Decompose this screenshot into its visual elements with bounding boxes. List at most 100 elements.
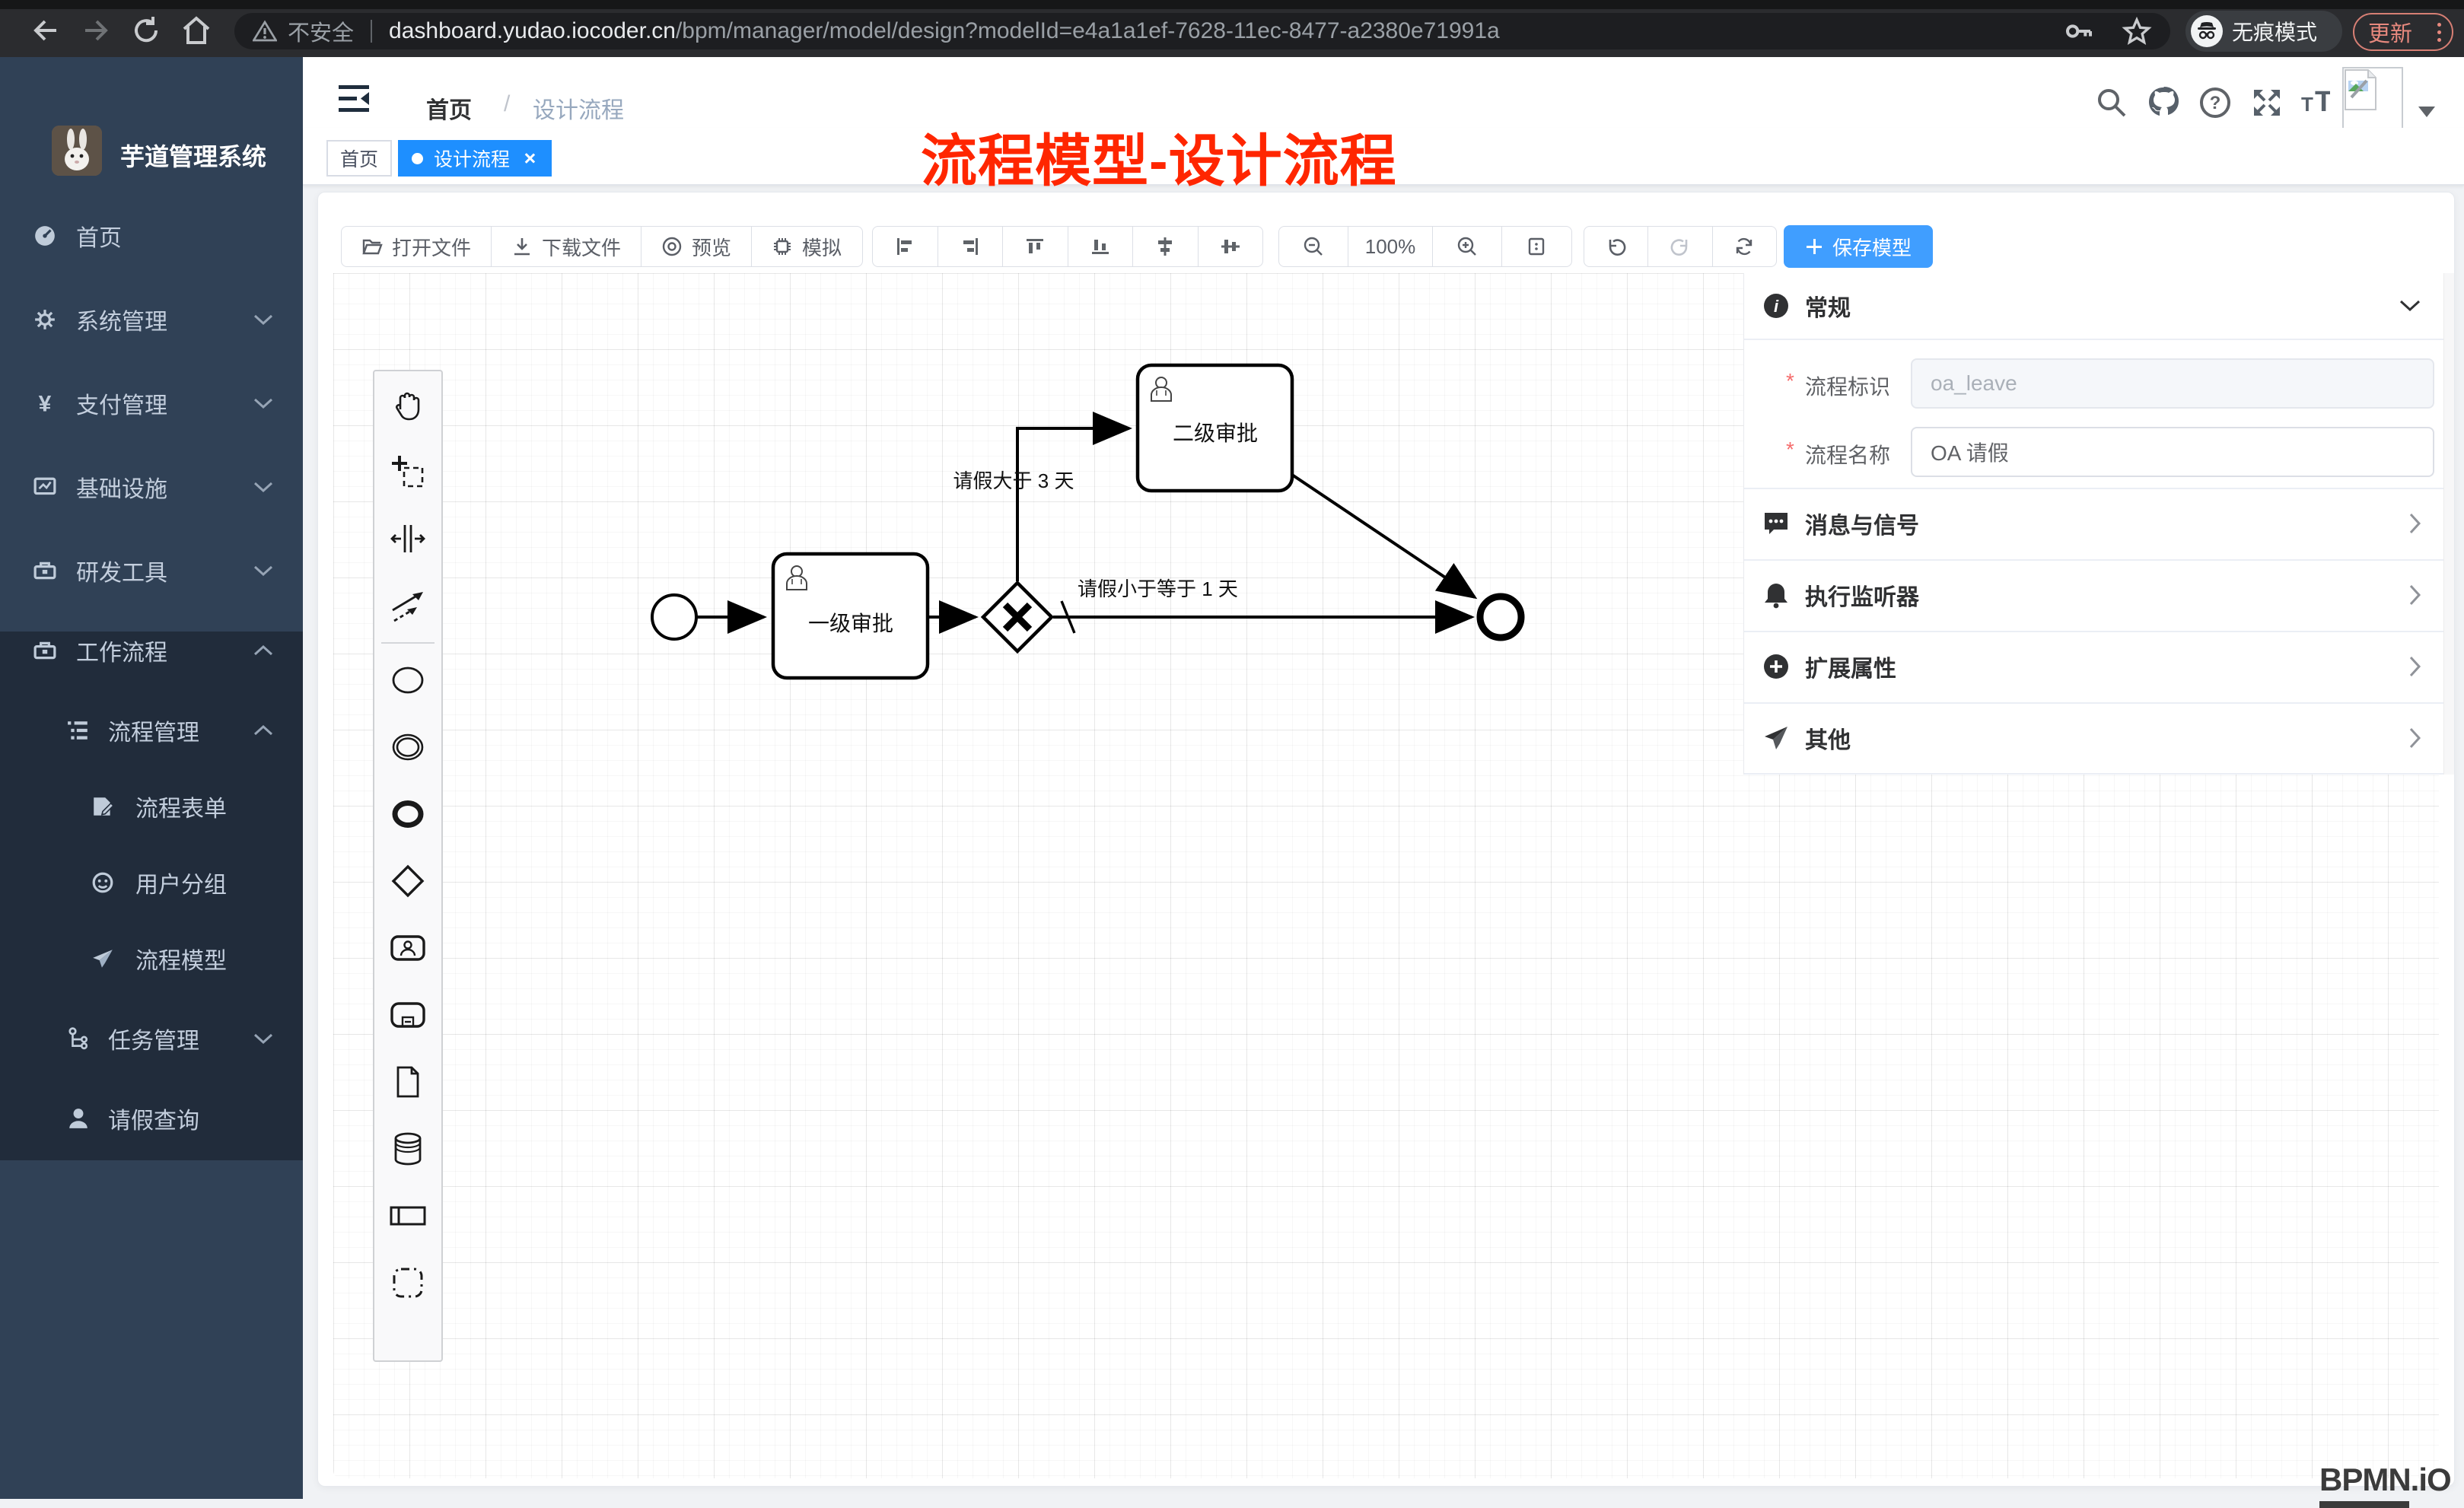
update-button[interactable]: 更新 xyxy=(2353,13,2453,51)
chip-icon xyxy=(772,236,793,257)
sidebar-item-process-mgmt[interactable]: 流程管理 xyxy=(0,697,303,764)
preview-button[interactable]: 预览 xyxy=(641,227,752,266)
undo-button[interactable] xyxy=(1584,227,1648,266)
align-top-button[interactable] xyxy=(1003,227,1068,266)
process-name-input[interactable]: OA 请假 xyxy=(1911,427,2434,477)
bpmn-io-logo[interactable]: BPMN.iO xyxy=(2319,1462,2451,1508)
url-path: /bpm/manager/model/design?modelId=e4a1a1… xyxy=(676,18,1500,44)
redo-button[interactable] xyxy=(1648,227,1712,266)
start-event[interactable] xyxy=(652,595,696,639)
refresh-button[interactable] xyxy=(1713,227,1776,266)
sidebar-item-payment[interactable]: ¥ 支付管理 xyxy=(0,370,303,437)
svg-text:i: i xyxy=(1774,297,1779,316)
tab-home[interactable]: 首页 xyxy=(326,140,392,177)
align-bottom-button[interactable] xyxy=(1068,227,1134,266)
sidebar-item-system[interactable]: 系统管理 xyxy=(0,286,303,353)
breadcrumb-home[interactable]: 首页 xyxy=(426,91,472,125)
window-top-strip xyxy=(0,0,2464,9)
simulate-button[interactable]: 模拟 xyxy=(752,227,861,266)
list-tree-icon xyxy=(65,719,91,742)
dashboard-icon xyxy=(32,224,58,247)
info-icon: i xyxy=(1762,292,1790,320)
paper-plane-icon xyxy=(90,947,116,970)
panel-section-listeners[interactable]: 执行监听器 xyxy=(1744,559,2444,631)
align-right-button[interactable] xyxy=(938,227,1004,266)
github-icon[interactable] xyxy=(2146,85,2181,120)
file-button-group: 打开文件 下载文件 预览 模拟 xyxy=(341,226,863,267)
required-mark: * xyxy=(1786,369,1794,393)
align-center-horizontal-button[interactable] xyxy=(1133,227,1199,266)
process-key-input[interactable]: oa_leave xyxy=(1911,358,2434,409)
save-model-button[interactable]: 保存模型 xyxy=(1784,225,1933,268)
zoom-out-icon xyxy=(1303,236,1324,257)
chevron-down-icon xyxy=(253,397,274,409)
password-key-icon[interactable] xyxy=(2064,16,2094,46)
sidebar-item-workflow[interactable]: 工作流程 xyxy=(0,617,303,684)
svg-text:T: T xyxy=(2315,86,2330,118)
panel-section-other[interactable]: 其他 xyxy=(1744,702,2444,773)
sidebar-item-devtools[interactable]: 研发工具 xyxy=(0,537,303,604)
align-center-vertical-button[interactable] xyxy=(1199,227,1263,266)
help-icon[interactable]: ? xyxy=(2198,85,2233,120)
required-mark: * xyxy=(1786,437,1794,462)
open-file-button[interactable]: 打开文件 xyxy=(342,227,492,266)
bookmark-star-icon[interactable] xyxy=(2122,16,2152,46)
back-icon[interactable] xyxy=(29,14,62,47)
panel-section-messages[interactable]: 消息与信号 xyxy=(1744,488,2444,559)
url-bar[interactable]: 不安全 dashboard.yudao.iocoder.cn/bpm/manag… xyxy=(234,13,2170,49)
zoom-reset-button[interactable] xyxy=(1502,227,1571,266)
panel-section-extensions[interactable]: 扩展属性 xyxy=(1744,631,2444,702)
avatar[interactable] xyxy=(2342,67,2403,134)
collapse-sidebar-icon[interactable] xyxy=(339,85,371,113)
field-label: 流程名称 xyxy=(1805,439,1890,469)
reload-icon[interactable] xyxy=(129,14,163,47)
zoom-out-button[interactable] xyxy=(1279,227,1348,266)
sidebar-item-process-form[interactable]: 流程表单 xyxy=(0,773,303,840)
zoom-in-icon xyxy=(1456,236,1478,257)
bell-icon xyxy=(1762,581,1790,609)
sidebar-item-user-group[interactable]: 用户分组 xyxy=(0,849,303,916)
redo-icon xyxy=(1670,236,1691,257)
align-left-icon xyxy=(895,237,915,256)
preview-eye-icon xyxy=(661,236,683,257)
font-size-icon[interactable]: TT xyxy=(2295,85,2330,120)
flow-label-gt3days[interactable]: 请假大于 3 天 xyxy=(953,469,1074,492)
home-icon[interactable] xyxy=(180,14,213,47)
sidebar-item-process-model[interactable]: 流程模型 xyxy=(0,925,303,992)
chevron-right-icon xyxy=(2408,512,2421,535)
sidebar-item-infra[interactable]: 基础设施 xyxy=(0,453,303,520)
align-center-horizontal-icon xyxy=(1155,237,1175,256)
chevron-down-icon[interactable] xyxy=(2399,299,2421,313)
gear-icon xyxy=(32,308,58,331)
align-left-button[interactable] xyxy=(873,227,938,266)
align-button-group xyxy=(872,226,1263,267)
close-icon[interactable] xyxy=(522,151,537,166)
end-event[interactable] xyxy=(1480,597,1521,638)
update-label[interactable]: 更新 xyxy=(2368,16,2412,48)
incognito-badge: 无痕模式 xyxy=(2185,11,2342,52)
fullscreen-icon[interactable] xyxy=(2249,85,2284,120)
chevron-right-icon xyxy=(2408,655,2421,678)
security-label[interactable]: 不安全 xyxy=(288,15,354,47)
flow-label-le1day[interactable]: 请假小于等于 1 天 xyxy=(1078,577,1238,600)
warning-icon xyxy=(253,20,277,43)
field-process-key: * 流程标识 oa_leave xyxy=(1744,358,2444,409)
panel-scrollbar[interactable] xyxy=(2443,273,2454,775)
flow-gateway-to-task2[interactable] xyxy=(1017,428,1129,581)
app-title: 芋道管理系统 xyxy=(120,138,266,173)
browser-menu-icon[interactable] xyxy=(2437,23,2441,42)
panel-section-general[interactable]: i 常规 xyxy=(1744,273,2444,339)
zoom-in-button[interactable] xyxy=(1433,227,1502,266)
sidebar-item-leave-query[interactable]: 请假查询 xyxy=(0,1085,303,1152)
search-icon[interactable] xyxy=(2094,85,2129,120)
sidebar-item-task-mgmt[interactable]: 任务管理 xyxy=(0,1005,303,1072)
app-logo[interactable] xyxy=(52,126,102,176)
form-edit-icon xyxy=(90,795,116,818)
field-label: 流程标识 xyxy=(1805,371,1890,401)
tab-design-process[interactable]: 设计流程 xyxy=(398,140,552,177)
download-file-button[interactable]: 下载文件 xyxy=(492,227,641,266)
flow-task2-to-end[interactable] xyxy=(1292,475,1475,597)
sidebar-item-home[interactable]: 首页 xyxy=(0,202,303,269)
forward-icon[interactable] xyxy=(79,14,113,47)
avatar-caret-icon[interactable] xyxy=(2418,107,2435,117)
